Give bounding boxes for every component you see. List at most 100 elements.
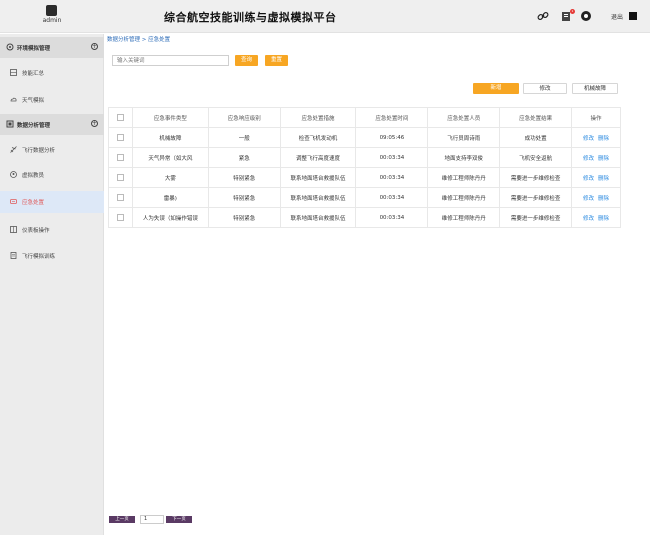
gear-icon: [6, 43, 14, 51]
search-input[interactable]: [112, 55, 229, 66]
person-icon: [10, 171, 17, 178]
edit-button[interactable]: 修改: [523, 83, 567, 94]
row-edit-link[interactable]: 修改: [583, 176, 594, 182]
sidebar-item-label: 仪表板操作: [22, 228, 50, 234]
table-row: 机械故障 一般 检查飞机发动机 09:05:46 飞行员周诗雨 成功处置 修改删…: [108, 127, 621, 148]
query-button[interactable]: 查询: [235, 55, 258, 66]
row-delete-link[interactable]: 删除: [598, 136, 609, 142]
expand-icon[interactable]: +: [91, 120, 98, 127]
flight-icon: [10, 146, 17, 153]
cell-result: 需要进一步维修检查: [499, 207, 573, 228]
emergency-table: 应急事件类型 应急响应级别 应急处置措施 应急处置时间 应急处置人员 应急处置结…: [108, 107, 621, 228]
sidebar-group-data-analysis[interactable]: 数据分析管理 +: [0, 114, 104, 135]
cloud-icon: [10, 97, 17, 102]
cell-result: 需要进一步维修检查: [499, 167, 573, 188]
column-header: 应急处置结果: [499, 107, 573, 128]
top-bar: admin 综合航空技能训练与虚拟模拟平台 1 退出: [0, 0, 650, 33]
row-edit-link[interactable]: 修改: [583, 136, 594, 142]
cell-time: 00:03:34: [355, 207, 429, 228]
cell-measure: 联系地面塔台救援队伍: [279, 207, 357, 228]
sidebar-item-label: 飞行数据分析: [22, 148, 56, 154]
cell-type: 人为失误（如操作错误: [131, 207, 209, 228]
row-checkbox[interactable]: [116, 134, 124, 141]
sidebar-group-environment[interactable]: 环境模拟管理 +: [0, 37, 104, 58]
prev-page-button[interactable]: 上一页: [109, 516, 135, 523]
sidebar: 环境模拟管理 + 技能汇总 天气模拟 数据分析管理 + 飞行数据分析 虚拟教员 …: [0, 34, 104, 535]
cell-staff: 飞行员周诗雨: [427, 127, 501, 148]
row-delete-link[interactable]: 删除: [598, 216, 609, 222]
sidebar-item-label: 虚拟教员: [22, 173, 45, 179]
sidebar-item-virtual-instructor[interactable]: 虚拟教员: [0, 164, 104, 186]
cell-time: 00:03:34: [355, 147, 429, 168]
cell-level: 特别紧急: [207, 167, 281, 188]
row-checkbox[interactable]: [116, 174, 124, 181]
cell-time: 00:03:34: [355, 187, 429, 208]
data-icon: [6, 120, 14, 128]
logout-button[interactable]: 退出: [611, 12, 623, 21]
next-page-button[interactable]: 下一页: [166, 516, 192, 523]
logout-icon[interactable]: [629, 12, 637, 20]
column-header: 应急处置措施: [279, 107, 357, 128]
row-delete-link[interactable]: 删除: [598, 176, 609, 182]
breadcrumb: 数据分析管理 > 应急处置: [107, 37, 171, 43]
row-checkbox[interactable]: [116, 154, 124, 161]
cell-measure: 联系地面塔台救援队伍: [279, 167, 357, 188]
dashboard-icon: [10, 226, 17, 233]
cell-level: 特别紧急: [207, 207, 281, 228]
cell-staff: 维修工程师陈丹丹: [427, 207, 501, 228]
row-delete-link[interactable]: 删除: [598, 156, 609, 162]
cell-level: 紧急: [207, 147, 281, 168]
sidebar-item-weather-sim[interactable]: 天气模拟: [0, 89, 104, 111]
sidebar-item-label: 应急处置: [22, 200, 45, 206]
cell-time: 09:05:46: [355, 127, 429, 148]
column-header: 应急处置时间: [355, 107, 429, 128]
cell-result: 需要进一步维修检查: [499, 187, 573, 208]
row-checkbox[interactable]: [116, 214, 124, 221]
row-checkbox[interactable]: [116, 194, 124, 201]
column-header: 应急响应级别: [207, 107, 281, 128]
cell-staff: 地面支持李双俊: [427, 147, 501, 168]
mechanical-fault-button[interactable]: 机械故障: [572, 83, 618, 94]
sidebar-item-emergency[interactable]: 应急处置: [0, 191, 104, 213]
select-all-checkbox[interactable]: [116, 114, 124, 121]
cell-result: 飞机安全返航: [499, 147, 573, 168]
settings-icon[interactable]: [580, 10, 592, 22]
column-header: 操作: [571, 107, 621, 128]
reset-button[interactable]: 重置: [265, 55, 288, 66]
sidebar-item-flight-training[interactable]: 飞行模拟训练: [0, 245, 104, 267]
table-row: 人为失误（如操作错误 特别紧急 联系地面塔台救援队伍 00:03:34 维修工程…: [108, 207, 621, 228]
cell-staff: 维修工程师陈丹丹: [427, 187, 501, 208]
document-icon: [10, 252, 17, 259]
sidebar-item-label: 技能汇总: [22, 71, 45, 77]
cell-type: 大雾: [131, 167, 209, 188]
sidebar-item-label: 飞行模拟训练: [22, 254, 56, 260]
page-number-input[interactable]: 1: [140, 515, 164, 524]
sidebar-item-flight-data[interactable]: 飞行数据分析: [0, 139, 104, 161]
table-row: 天气异常（如大风 紧急 调整飞行高度速度 00:03:34 地面支持李双俊 飞机…: [108, 147, 621, 168]
sidebar-item-label: 天气模拟: [22, 98, 45, 104]
sidebar-item-skills-summary[interactable]: 技能汇总: [0, 62, 104, 84]
select-all-cell[interactable]: [108, 107, 133, 128]
expand-icon[interactable]: +: [91, 43, 98, 50]
row-edit-link[interactable]: 修改: [583, 156, 594, 162]
cell-type: 机械故障: [131, 127, 209, 148]
table-row: 雷暴) 特别紧急 联系地面塔台救援队伍 00:03:34 维修工程师陈丹丹 需要…: [108, 187, 621, 208]
row-delete-link[interactable]: 删除: [598, 196, 609, 202]
link-icon[interactable]: [537, 10, 549, 22]
cell-level: 一般: [207, 127, 281, 148]
row-edit-link[interactable]: 修改: [583, 216, 594, 222]
cell-level: 特别紧急: [207, 187, 281, 208]
cell-result: 成功处置: [499, 127, 573, 148]
column-header: 应急事件类型: [131, 107, 209, 128]
sidebar-item-dashboard[interactable]: 仪表板操作: [0, 219, 104, 241]
user-name: admin: [42, 17, 62, 24]
cell-measure: 联系地面塔台救援队伍: [279, 187, 357, 208]
cell-type: 天气异常（如大风: [131, 147, 209, 168]
avatar[interactable]: [46, 5, 57, 16]
grid-icon: [10, 69, 17, 76]
cell-measure: 调整飞行高度速度: [279, 147, 357, 168]
user-block[interactable]: admin: [0, 0, 104, 33]
row-edit-link[interactable]: 修改: [583, 196, 594, 202]
app-title: 综合航空技能训练与虚拟模拟平台: [164, 11, 337, 24]
add-button[interactable]: 新增: [473, 83, 519, 94]
